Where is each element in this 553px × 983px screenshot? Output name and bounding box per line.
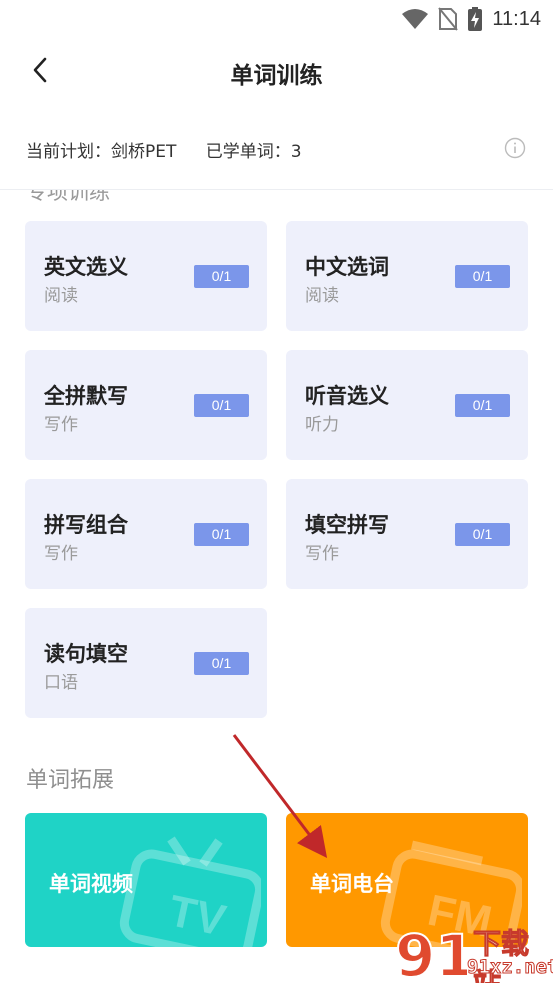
training-section-heading: 专项训练 (26, 190, 226, 202)
card-title: 英文选义 (44, 255, 128, 279)
card-skill: 写作 (44, 544, 78, 564)
plan-info-row: 当前计划：剑桥PET 已学单词：3 (0, 120, 553, 190)
card-title: 填空拼写 (305, 513, 389, 537)
training-card-english-choose-meaning[interactable]: 英文选义 阅读 0/1 (25, 221, 267, 331)
training-card-spelling-combination[interactable]: 拼写组合 写作 0/1 (25, 479, 267, 589)
card-skill: 写作 (44, 415, 78, 435)
plan-text: 当前计划：剑桥PET 已学单词：3 (26, 137, 326, 162)
no-sim-icon (438, 7, 459, 31)
svg-text:TV: TV (165, 886, 231, 946)
info-icon[interactable] (504, 137, 526, 159)
status-time: 11:14 (492, 7, 541, 30)
progress-badge: 0/1 (455, 523, 510, 546)
svg-text:91: 91 (395, 922, 467, 983)
learned-words-label: 已学单词：3 (205, 142, 302, 162)
battery-charging-icon (468, 7, 483, 31)
card-title: 全拼默写 (44, 384, 128, 408)
progress-badge: 0/1 (194, 394, 249, 417)
nav-bar: 单词训练 (0, 38, 553, 104)
training-card-full-spelling[interactable]: 全拼默写 写作 0/1 (25, 350, 267, 460)
card-skill: 阅读 (305, 286, 339, 306)
progress-badge: 0/1 (194, 652, 249, 675)
progress-badge: 0/1 (194, 523, 249, 546)
training-heading-text: 专项训练 (26, 190, 110, 202)
training-card-listen-choose-meaning[interactable]: 听音选义 听力 0/1 (286, 350, 528, 460)
card-skill: 阅读 (44, 286, 78, 306)
card-skill: 听力 (305, 415, 339, 435)
site-watermark: 91 下载站 91xz.net (393, 920, 553, 983)
watermark-logo: 91 (395, 922, 467, 983)
word-radio-label: 单词电台 (310, 872, 394, 896)
word-video-card[interactable]: TV 单词视频 (25, 813, 267, 947)
status-bar: 11:14 (0, 0, 553, 38)
training-card-fill-blank-spelling[interactable]: 填空拼写 写作 0/1 (286, 479, 528, 589)
watermark-domain: 91xz.net (467, 956, 553, 979)
card-title: 中文选词 (305, 255, 389, 279)
card-skill: 写作 (305, 544, 339, 564)
training-card-chinese-choose-word[interactable]: 中文选词 阅读 0/1 (286, 221, 528, 331)
card-skill: 口语 (44, 673, 78, 693)
current-plan-label: 当前计划：剑桥PET (26, 142, 177, 162)
wifi-icon (402, 9, 429, 29)
progress-badge: 0/1 (455, 265, 510, 288)
tv-icon: TV (119, 836, 261, 947)
card-title: 拼写组合 (44, 513, 128, 537)
card-title: 听音选义 (305, 384, 389, 408)
progress-badge: 0/1 (455, 394, 510, 417)
word-video-label: 单词视频 (49, 872, 133, 896)
progress-badge: 0/1 (194, 265, 249, 288)
extension-section-title: 单词拓展 (26, 768, 115, 793)
page-title: 单词训练 (230, 63, 323, 89)
status-icons: 11:14 (402, 6, 541, 32)
card-title: 读句填空 (44, 642, 128, 666)
training-card-read-sentence-fill-blank[interactable]: 读句填空 口语 0/1 (25, 608, 267, 718)
